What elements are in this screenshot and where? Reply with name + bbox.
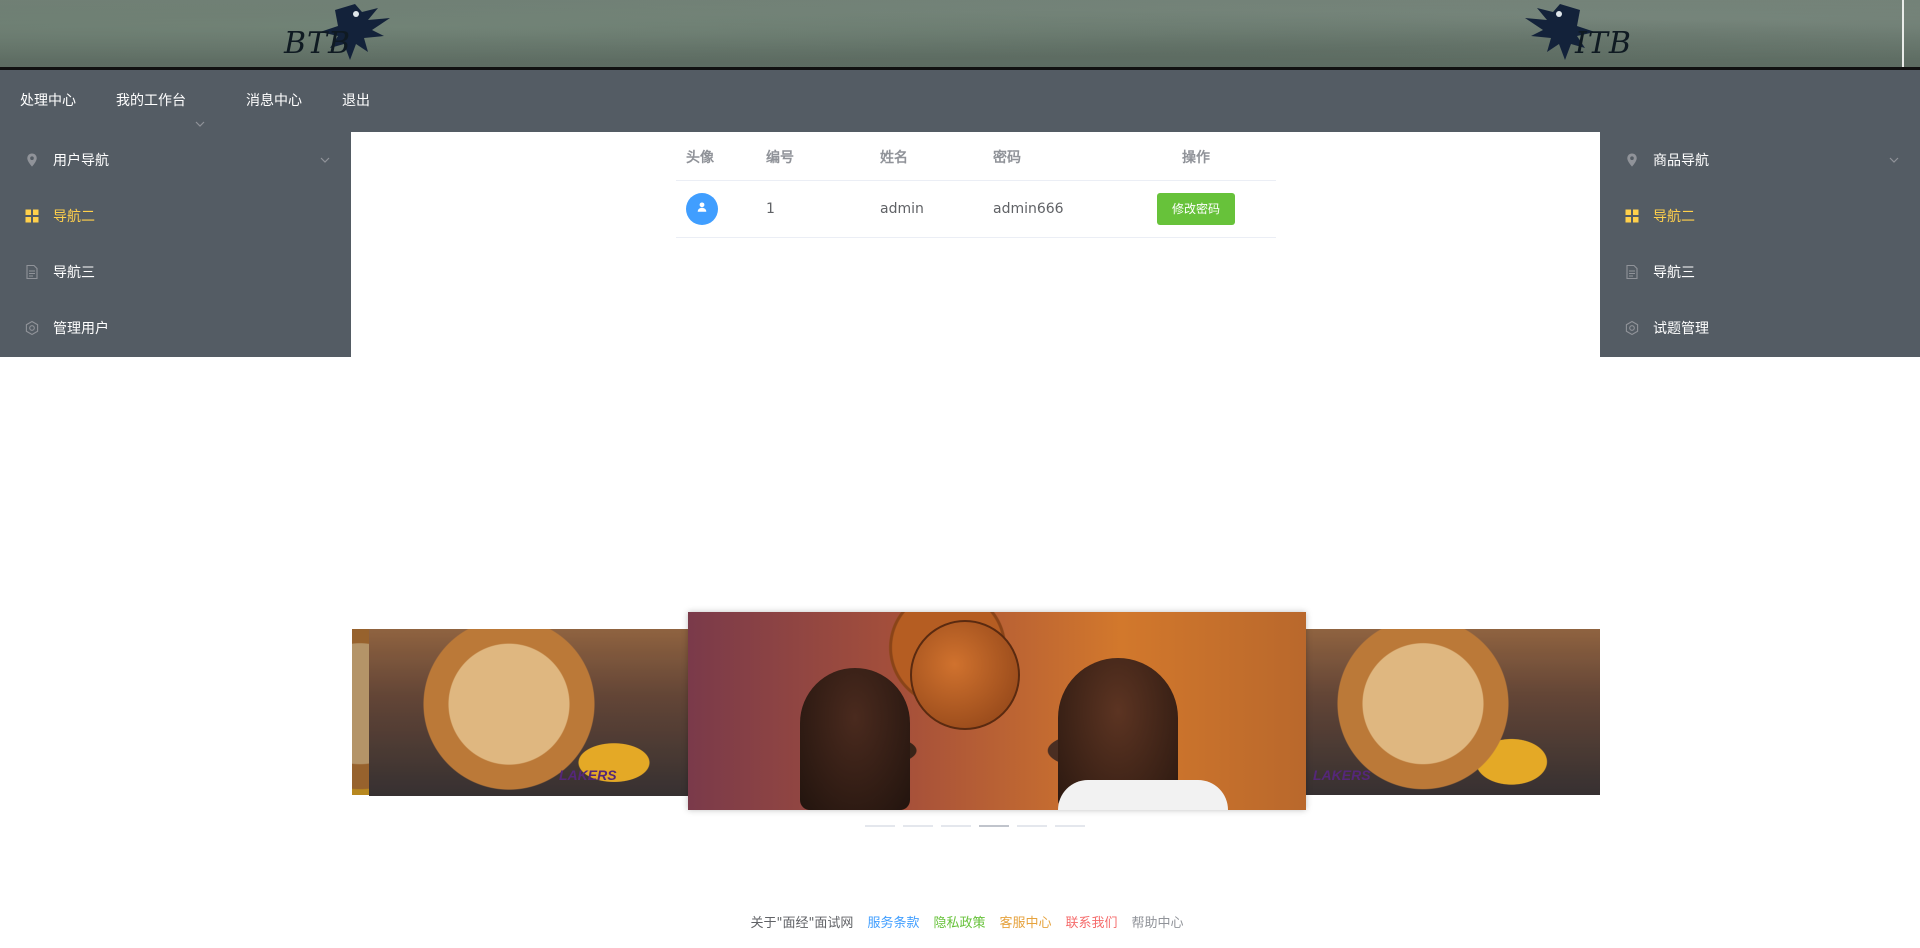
sidebar-item-nav-three[interactable]: 导航三 [0, 244, 351, 300]
carousel-slide-right[interactable]: LAKERS [1305, 629, 1600, 795]
user-icon [696, 201, 708, 217]
carousel-indicators [865, 825, 1085, 827]
top-banner: BTB ITB [0, 0, 1920, 70]
nav-item-label: 退出 [342, 93, 370, 109]
nav-item-label: 消息中心 [246, 93, 302, 109]
settings-icon [1624, 320, 1640, 336]
carousel-indicator[interactable] [941, 825, 971, 827]
grid-icon [24, 208, 40, 224]
footer-link-privacy[interactable]: 隐私政策 [933, 912, 985, 931]
change-password-button[interactable]: 修改密码 [1156, 193, 1235, 225]
cell-password: admin666 [993, 201, 1064, 217]
avatar [686, 193, 718, 225]
carousel-indicator[interactable] [1055, 825, 1085, 827]
carousel-slide-left[interactable]: LAKERS [369, 629, 719, 796]
image-carousel[interactable]: LAKERS LAKERS [352, 612, 1600, 838]
table-header: 头像 编号 姓名 密码 操作 [676, 134, 1276, 181]
sidebar-item-user-navigation[interactable]: 用户导航 [0, 132, 351, 188]
basketball-shape [910, 620, 1020, 730]
sidebar-item-nav-three[interactable]: 导航三 [1600, 244, 1920, 300]
cell-name: admin [880, 201, 924, 217]
carousel-slide-active[interactable] [688, 612, 1306, 810]
carousel-indicator-active[interactable] [979, 825, 1009, 827]
sidebar-item-nav-two[interactable]: 导航二 [0, 188, 351, 244]
chevron-down-icon [319, 154, 331, 166]
grid-icon [1624, 208, 1640, 224]
carousel-indicator[interactable] [903, 825, 933, 827]
nav-item-logout[interactable]: 退出 [322, 70, 390, 132]
sidebar-item-label: 管理用户 [53, 321, 109, 337]
footer-link-terms[interactable]: 服务条款 [867, 912, 919, 931]
nav-item-label: 处理中心 [20, 93, 76, 109]
nav-item-message-center[interactable]: 消息中心 [226, 70, 322, 132]
left-logo-text: BTB [284, 26, 352, 61]
slide-jersey-text: LAKERS [1313, 767, 1371, 783]
location-icon [1624, 152, 1640, 168]
sidebar-item-label: 试题管理 [1653, 321, 1709, 337]
top-navbar: 处理中心 我的工作台 消息中心 退出 [0, 70, 1920, 132]
right-logo-text: ITB [1575, 26, 1632, 61]
header-name: 姓名 [880, 150, 908, 166]
sidebar-item-label: 商品导航 [1653, 153, 1709, 169]
settings-icon [24, 320, 40, 336]
sidebar-item-question-management[interactable]: 试题管理 [1600, 300, 1920, 356]
sidebar-item-label: 导航三 [53, 265, 95, 281]
cell-id: 1 [766, 201, 775, 217]
nav-item-label: 我的工作台 [116, 93, 186, 109]
user-table: 头像 编号 姓名 密码 操作 1 admin admin666 修改密码 [676, 134, 1276, 238]
sidebar-item-product-navigation[interactable]: 商品导航 [1600, 132, 1920, 188]
chevron-down-icon [194, 95, 206, 127]
right-side-menu: 商品导航 导航二 导航三 试题管理 [1600, 132, 1920, 357]
footer-link-support[interactable]: 客服中心 [999, 912, 1051, 931]
header-password: 密码 [993, 150, 1021, 166]
document-icon [24, 264, 40, 280]
chevron-down-icon [1888, 154, 1900, 166]
jersey-shape [1058, 780, 1228, 810]
left-side-menu: 用户导航 导航二 导航三 管理用户 [0, 132, 351, 357]
footer-link-contact[interactable]: 联系我们 [1065, 912, 1117, 931]
sidebar-item-manage-users[interactable]: 管理用户 [0, 300, 351, 356]
footer-about: 关于"面经"面试网 [750, 916, 854, 931]
header-id: 编号 [766, 150, 794, 166]
footer-links: 关于"面经"面试网 服务条款 隐私政策 客服中心 联系我们 帮助中心 [737, 912, 1197, 931]
sidebar-item-nav-two[interactable]: 导航二 [1600, 188, 1920, 244]
nav-item-processing-center[interactable]: 处理中心 [0, 70, 96, 132]
carousel-indicator[interactable] [865, 825, 895, 827]
sidebar-item-label: 用户导航 [53, 153, 109, 169]
nav-item-my-workbench[interactable]: 我的工作台 [96, 70, 226, 132]
sidebar-item-label: 导航三 [1653, 265, 1695, 281]
carousel-indicator[interactable] [1017, 825, 1047, 827]
table-row: 1 admin admin666 修改密码 [676, 181, 1276, 238]
player-shape [800, 668, 910, 810]
document-icon [1624, 264, 1640, 280]
location-icon [24, 152, 40, 168]
sidebar-item-label: 导航二 [1653, 209, 1695, 225]
slide-jersey-text: LAKERS [559, 767, 617, 783]
sidebar-item-label: 导航二 [53, 209, 95, 225]
header-actions: 操作 [1182, 150, 1210, 166]
footer-link-help[interactable]: 帮助中心 [1132, 912, 1184, 931]
header-avatar: 头像 [686, 150, 714, 166]
